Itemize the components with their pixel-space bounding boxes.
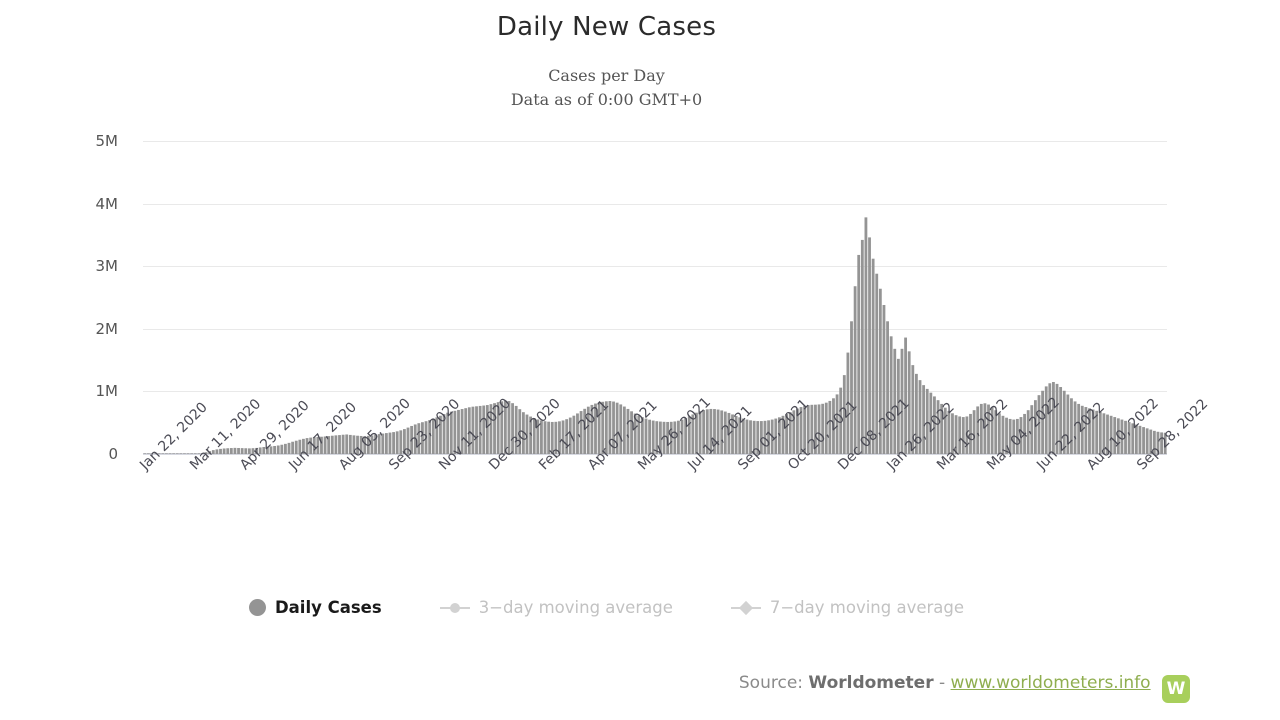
bar[interactable] xyxy=(889,336,893,454)
bar[interactable] xyxy=(276,445,280,454)
chart-subtitle-cases-per-day: Cases per Day xyxy=(548,66,665,85)
bar[interactable] xyxy=(175,453,179,454)
daily-new-cases-chart: Daily New Cases Cases per Day Data as of… xyxy=(0,0,1280,720)
bar[interactable] xyxy=(291,441,295,454)
legend-item-3-day-average[interactable]: 3−day moving average xyxy=(439,598,673,617)
bar[interactable] xyxy=(280,444,284,454)
legend-circle-icon xyxy=(248,599,266,616)
y-tick-label: 3M xyxy=(95,257,119,276)
bar[interactable] xyxy=(229,448,233,454)
chart-subtitle-data-as-of: Data as of 0:00 GMT+0 xyxy=(510,90,703,109)
bar[interactable] xyxy=(392,432,395,454)
bar[interactable] xyxy=(1138,425,1142,454)
bar[interactable] xyxy=(172,453,176,454)
bar[interactable] xyxy=(868,237,871,454)
bar[interactable] xyxy=(287,442,291,454)
legend-circle-icon xyxy=(449,602,460,613)
worldometer-logo-icon[interactable]: W xyxy=(1162,675,1190,703)
y-tick-label: 0 xyxy=(108,445,118,463)
bar[interactable] xyxy=(384,433,388,454)
source-prefix: Source: xyxy=(738,673,804,693)
bar[interactable] xyxy=(226,448,230,454)
y-tick-label: 2M xyxy=(95,319,119,338)
chart-title: Daily New Cases xyxy=(496,12,717,42)
legend-item-label: 7−day moving average xyxy=(769,598,965,617)
bar[interactable] xyxy=(388,432,392,454)
bar[interactable] xyxy=(857,254,861,454)
bar[interactable] xyxy=(237,447,240,454)
bar[interactable] xyxy=(190,453,194,454)
bar[interactable] xyxy=(186,453,190,454)
y-tick-label: 1M xyxy=(95,382,119,401)
y-tick-label: 5M xyxy=(95,132,119,150)
bar[interactable] xyxy=(853,286,857,454)
bar[interactable] xyxy=(338,435,341,454)
legend-diamond-icon xyxy=(738,600,753,615)
legend-item-7-day-average[interactable]: 7−day moving average xyxy=(730,598,965,617)
bar[interactable] xyxy=(334,435,338,454)
bar[interactable] xyxy=(183,453,186,454)
bar[interactable] xyxy=(864,217,868,454)
legend-item-label: 3−day moving average xyxy=(478,598,673,617)
y-tick-label: 4M xyxy=(95,194,119,213)
source-url-link[interactable]: www.worldometers.info xyxy=(951,673,1151,693)
legend-item-label: Daily Cases xyxy=(274,598,382,617)
bar[interactable] xyxy=(341,434,345,454)
source-separator: - xyxy=(939,673,946,693)
bar[interactable] xyxy=(222,448,226,454)
bar[interactable] xyxy=(179,453,183,454)
bar[interactable] xyxy=(904,337,907,454)
source-attribution: Source: Worldometer - www.worldometers.i… xyxy=(0,673,1190,703)
bar[interactable] xyxy=(284,443,287,454)
bar[interactable] xyxy=(886,321,889,454)
chart-legend[interactable]: Daily Cases 3−day moving average 7−day mov… xyxy=(0,598,1213,617)
bar[interactable] xyxy=(168,453,172,454)
bar[interactable] xyxy=(860,239,864,454)
bar[interactable] xyxy=(240,448,244,454)
bar[interactable] xyxy=(233,447,237,454)
source-brand: Worldometer xyxy=(808,673,934,693)
legend-marker xyxy=(439,601,470,615)
legend-item-daily-cases[interactable]: Daily Cases xyxy=(248,598,382,617)
bar[interactable] xyxy=(850,321,853,454)
legend-marker xyxy=(730,600,761,615)
